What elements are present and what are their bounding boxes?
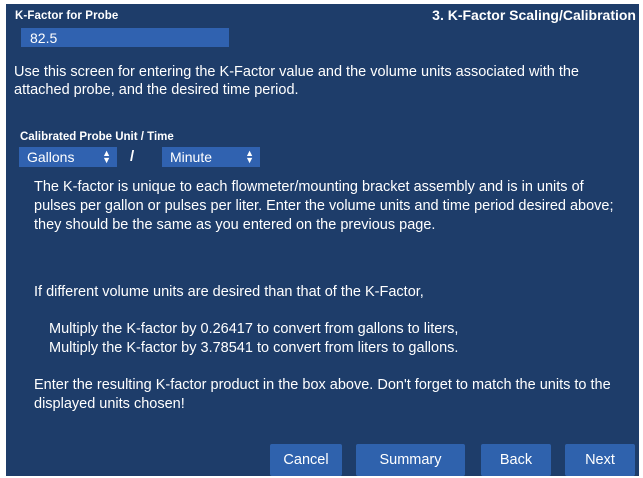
kfactor-panel: K-Factor for Probe 3. K-Factor Scaling/C… (6, 4, 639, 476)
conversion-liters-to-gallons: Multiply the K-factor by 3.78541 to conv… (49, 340, 459, 356)
time-unit-select[interactable]: Minute ▲ ▼ (162, 147, 260, 167)
kfactor-label: K-Factor for Probe (15, 10, 119, 22)
volume-unit-value: Gallons (27, 149, 75, 165)
different-units-note: If different volume units are desired th… (34, 284, 424, 300)
conversion-instructions: Multiply the K-factor by 0.26417 to conv… (49, 320, 624, 358)
cancel-button[interactable]: Cancel (270, 444, 342, 476)
summary-button[interactable]: Summary (356, 444, 465, 476)
unit-separator: / (130, 148, 135, 165)
kfactor-description: The K-factor is unique to each flowmeter… (34, 179, 614, 233)
intro-text: Use this screen for entering the K-Facto… (14, 64, 579, 98)
page-title: 3. K-Factor Scaling/Calibration (432, 7, 636, 23)
calibrated-unit-label: Calibrated Probe Unit / Time (20, 131, 174, 143)
conversion-gallons-to-liters: Multiply the K-factor by 0.26417 to conv… (49, 321, 459, 337)
back-button[interactable]: Back (481, 444, 551, 476)
volume-unit-select[interactable]: Gallons ▲ ▼ (19, 147, 117, 167)
kfactor-input[interactable] (21, 28, 229, 47)
next-button[interactable]: Next (565, 444, 635, 476)
time-unit-value: Minute (170, 149, 213, 165)
select-arrows-icon: ▲ ▼ (245, 148, 254, 165)
select-arrows-icon: ▲ ▼ (102, 148, 111, 165)
result-instructions: Enter the resulting K-factor product in … (34, 377, 611, 412)
